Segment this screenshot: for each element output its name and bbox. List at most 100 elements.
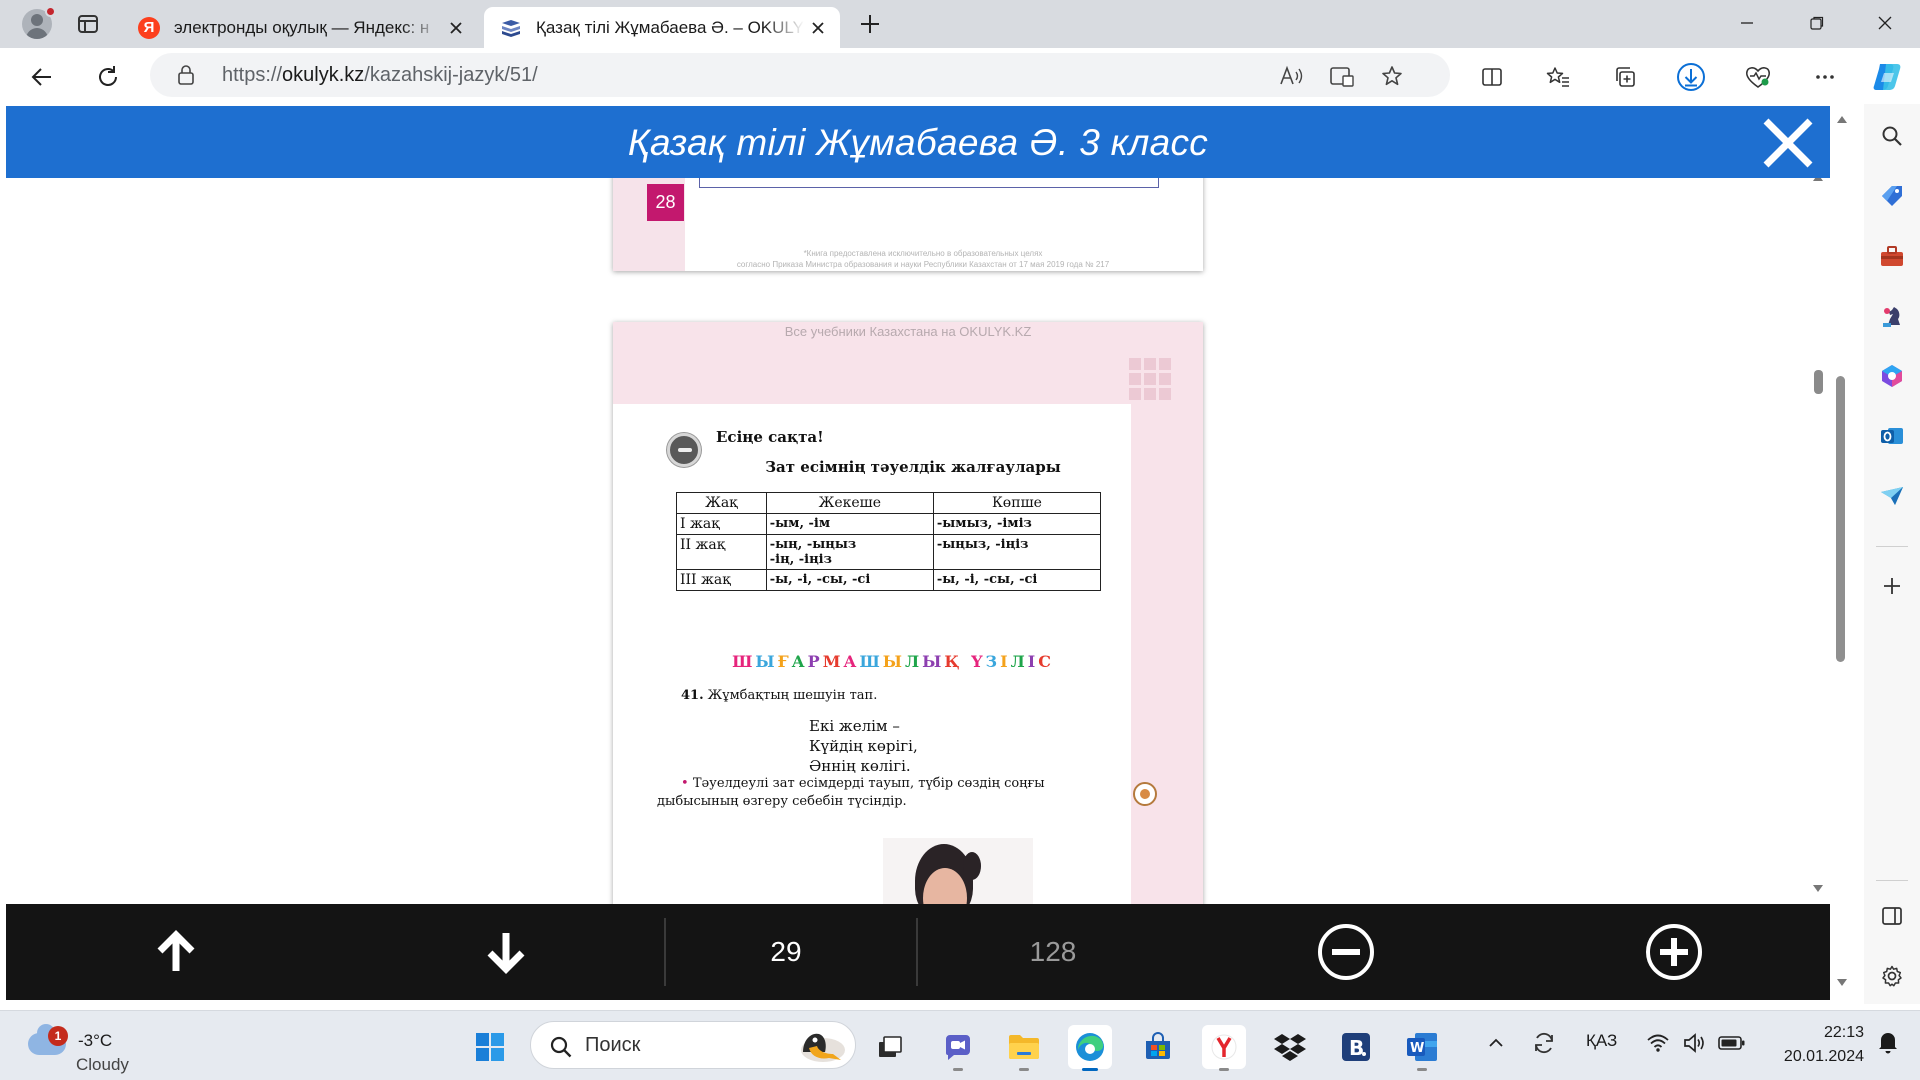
clock-date: 20.01.2024 — [1783, 1048, 1864, 1065]
viewer-header: Қазақ тілі Жұмабаева Ә. 3 класс — [6, 106, 1830, 178]
close-icon — [1878, 16, 1892, 30]
sidebar-divider — [1876, 880, 1908, 881]
word-button[interactable]: W — [1400, 1025, 1444, 1071]
sidebar-games-button[interactable] — [1876, 300, 1908, 332]
tab-okulyk[interactable]: Қазақ тілі Жұмабаева Ә. – OKULYK — [484, 7, 840, 48]
taskbar-search[interactable]: Поиск — [530, 1021, 856, 1069]
battery-icon[interactable] — [1718, 1035, 1746, 1051]
zoom-in-button[interactable] — [1594, 904, 1754, 1000]
app-view-button[interactable] — [1328, 62, 1356, 90]
close-window-button[interactable] — [1850, 0, 1920, 46]
profile-button[interactable] — [18, 6, 58, 42]
sidebar-copilot-m365-button[interactable] — [1876, 360, 1908, 392]
chess-piece-icon — [1883, 307, 1900, 327]
tab-actions-button[interactable] — [76, 12, 100, 36]
notifications-button[interactable] — [1876, 1029, 1900, 1055]
file-explorer-button[interactable] — [1002, 1025, 1046, 1071]
notification-dot — [45, 6, 56, 17]
scroll-up-arrow-icon[interactable] — [1812, 178, 1824, 182]
copilot-button[interactable] — [1870, 60, 1904, 94]
split-screen-button[interactable] — [1475, 60, 1509, 94]
back-button[interactable] — [25, 60, 59, 94]
scrollbar-thumb[interactable] — [1836, 376, 1845, 662]
endings-table: Жақ Жекеше Көпше I жақ -ым, -ім -ымыз, -… — [676, 492, 1102, 591]
minimize-icon — [1741, 22, 1753, 24]
heading-letter: І — [1027, 652, 1039, 671]
riddle: Екі желім – Күйдің көрігі, Әннің көлігі. — [809, 716, 918, 776]
search-highlight-icon — [801, 1033, 845, 1062]
plus-icon — [1884, 578, 1900, 594]
settings-more-button[interactable] — [1808, 60, 1842, 94]
heading-letter: А — [843, 652, 860, 671]
sync-tray-button[interactable] — [1530, 1029, 1558, 1057]
next-page-button[interactable] — [426, 904, 586, 1000]
total-pages: 128 — [918, 904, 1188, 1000]
previous-page-button[interactable] — [96, 904, 256, 1000]
tab-close-button[interactable] — [804, 14, 832, 42]
sidebar-divider — [1876, 546, 1908, 547]
bullet-icon: • — [681, 776, 693, 791]
sidebar-outlook-button[interactable] — [1876, 420, 1908, 452]
sidebar-add-button[interactable] — [1876, 570, 1908, 602]
lock-icon[interactable] — [176, 64, 196, 86]
teams-chat-button[interactable] — [936, 1025, 980, 1071]
page-scrollbar[interactable] — [1832, 106, 1850, 1000]
sidebar-settings-button[interactable] — [1876, 960, 1908, 992]
url-scheme: https:// — [222, 64, 283, 86]
scroll-down-arrow-icon[interactable] — [1812, 884, 1824, 894]
tab-close-button[interactable] — [442, 14, 470, 42]
sidebar-shopping-button[interactable] — [1876, 180, 1908, 212]
task-41: 41. Жұмбақтың шешуін тап. — [681, 688, 877, 703]
creative-break-heading: ШЫҒАРМАШЫЛЫҚ ҮЗІЛІС — [713, 652, 1073, 671]
wifi-icon[interactable] — [1646, 1033, 1670, 1053]
bell-icon — [1879, 1033, 1897, 1054]
yandex-browser-button[interactable] — [1202, 1025, 1246, 1071]
clock[interactable]: 22:13 20.01.2024 — [1754, 1021, 1864, 1069]
sidebar-send-button[interactable] — [1876, 480, 1908, 512]
tab-yandex[interactable]: Я электронды оқулық — Яндекс: н — [126, 7, 478, 48]
instruction: • Тәуелдеулі зат есімдерді тауып, түбір … — [657, 775, 1127, 811]
address-bar[interactable]: https://okulyk.kz/kazahskij-jazyk/51/ — [150, 53, 1450, 97]
table-cell: II жақ — [676, 534, 767, 570]
scroll-down-arrow-icon[interactable] — [1836, 978, 1848, 988]
browser-essentials-button[interactable] — [1741, 60, 1775, 94]
show-hidden-icons-button[interactable] — [1486, 1033, 1506, 1053]
edge-taskbar-button[interactable] — [1068, 1025, 1112, 1071]
url-host: okulyk.kz — [282, 64, 365, 86]
current-page-field[interactable]: 29 — [666, 904, 906, 1000]
volume-icon[interactable] — [1682, 1032, 1708, 1054]
downloads-button[interactable] — [1674, 60, 1708, 94]
collections-button[interactable] — [1608, 60, 1642, 94]
close-viewer-button[interactable] — [1762, 118, 1814, 168]
start-button[interactable] — [468, 1025, 512, 1069]
weather-widget[interactable]: 1 -3°C Cloudy — [26, 1021, 186, 1074]
heading-letter: Ү — [971, 652, 986, 671]
book-viewer[interactable]: 28 *Книга предоставлена исключительно в … — [6, 178, 1830, 904]
task-view-button[interactable] — [868, 1025, 912, 1069]
microsoft-store-button[interactable] — [1136, 1025, 1180, 1069]
arrow-down-icon — [487, 933, 525, 974]
minimize-button[interactable] — [1712, 0, 1782, 46]
app-b-button[interactable]: B — [1334, 1025, 1378, 1069]
running-indicator — [1417, 1068, 1427, 1071]
sidebar-hide-button[interactable] — [1876, 900, 1908, 932]
sidebar-tools-button[interactable] — [1876, 240, 1908, 272]
current-page-number: 29 — [770, 936, 802, 967]
read-aloud-button[interactable] — [1278, 62, 1306, 90]
refresh-button[interactable] — [91, 60, 125, 94]
url-text[interactable]: https://okulyk.kz/kazahskij-jazyk/51/ — [222, 64, 538, 87]
yandex-icon — [1211, 1034, 1237, 1060]
language-indicator[interactable]: ҚАЗ — [1586, 1031, 1617, 1051]
heading-letter: С — [1038, 652, 1054, 671]
sidebar-search-button[interactable] — [1876, 120, 1908, 152]
favorite-button[interactable] — [1378, 62, 1406, 90]
inner-scrollbar-thumb[interactable] — [1814, 370, 1823, 394]
dropbox-button[interactable] — [1268, 1025, 1312, 1069]
zoom-out-button[interactable] — [1266, 904, 1426, 1000]
restore-button[interactable] — [1782, 0, 1852, 46]
table-row: I жақ -ым, -ім -ымыз, -іміз — [676, 513, 1102, 535]
scroll-up-arrow-icon[interactable] — [1836, 114, 1848, 124]
new-tab-button[interactable] — [856, 10, 884, 38]
favorites-button[interactable] — [1541, 60, 1575, 94]
plus-circle-icon — [1646, 924, 1702, 980]
